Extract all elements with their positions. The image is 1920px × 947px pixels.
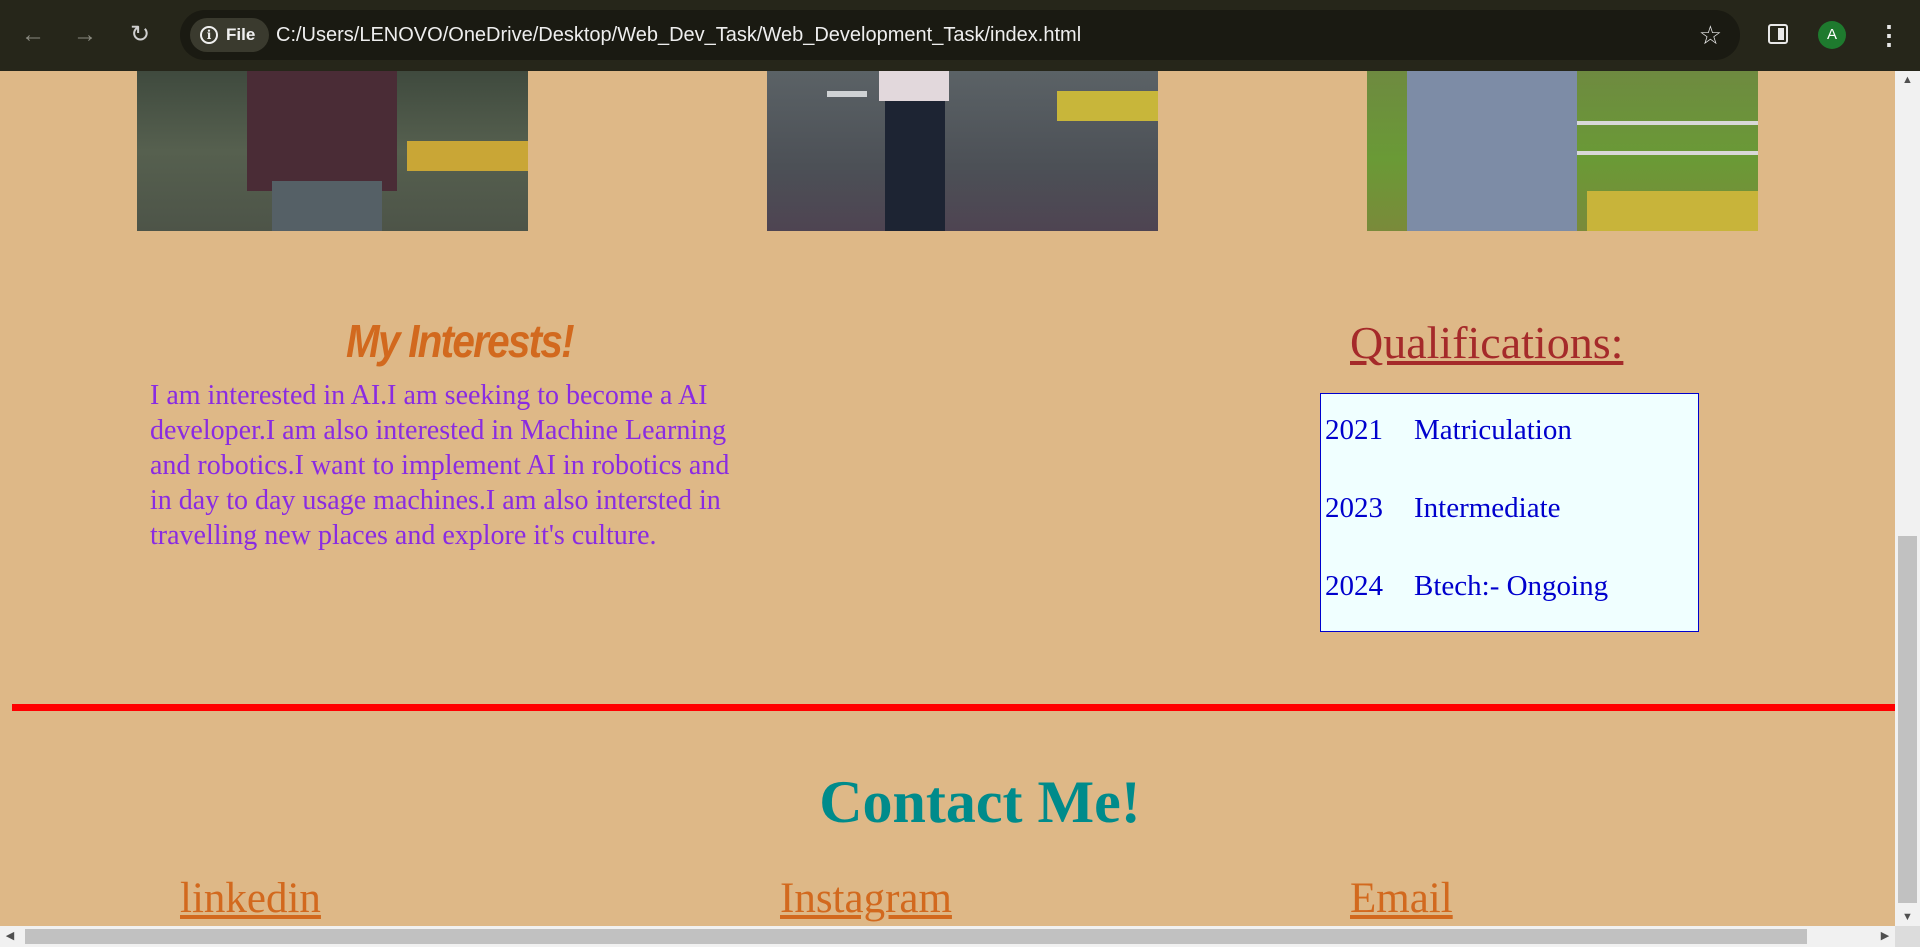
browser-toolbar: ← → ↻ i File C:/Users/LENOVO/OneDrive/De… (0, 0, 1920, 71)
photo-2-jeans (885, 101, 945, 231)
scroll-down-arrow-icon[interactable]: ▼ (1895, 908, 1920, 926)
qualification-year: 2021 (1325, 414, 1383, 446)
kebab-menu-icon[interactable]: ⋮ (1876, 18, 1902, 52)
side-panel-icon[interactable] (1768, 24, 1788, 44)
bookmark-star-icon[interactable]: ☆ (1699, 10, 1722, 60)
url-text[interactable]: C:/Users/LENOVO/OneDrive/Desktop/Web_Dev… (276, 10, 1081, 60)
photo-1-curb (407, 141, 528, 171)
email-link[interactable]: Email (1350, 874, 1453, 923)
scroll-up-arrow-icon[interactable]: ▲ (1895, 71, 1920, 89)
horizontal-scroll-thumb[interactable] (25, 929, 1807, 944)
forward-button[interactable]: → (70, 20, 100, 50)
photo-3 (1367, 71, 1758, 231)
photo-3-railing (1577, 121, 1758, 125)
vertical-scroll-thumb[interactable] (1898, 536, 1917, 903)
photo-1-shirt (247, 71, 397, 191)
scroll-left-arrow-icon[interactable]: ◀ (0, 926, 20, 947)
photo-2 (767, 71, 1158, 231)
linkedin-link[interactable]: linkedin (180, 874, 321, 923)
qualification-label: Btech:- Ongoing (1414, 570, 1609, 602)
back-button[interactable]: ← (18, 20, 48, 50)
address-bar[interactable]: i File C:/Users/LENOVO/OneDrive/Desktop/… (180, 10, 1740, 60)
photo-3-shirt (1407, 71, 1577, 231)
site-chip-label: File (226, 25, 256, 44)
scrollbar-corner (1895, 926, 1920, 947)
page-content: My Interests! I am interested in AI.I am… (0, 71, 1895, 926)
photo-3-railing-lower (1577, 151, 1758, 155)
photo-3-flowers (1587, 191, 1758, 231)
horizontal-scrollbar[interactable]: ◀ ▶ (0, 926, 1895, 947)
contact-heading: Contact Me! (819, 769, 1141, 835)
qualification-row: 2024 Btech:- Ongoing (1325, 570, 1608, 603)
qualification-label: Matriculation (1414, 414, 1572, 446)
interests-heading: My Interests! (346, 315, 575, 367)
interests-paragraph: I am interested in AI.I am seeking to be… (150, 380, 730, 551)
photo-2-shirt (879, 71, 949, 101)
qualification-year: 2024 (1325, 570, 1383, 602)
vertical-scrollbar[interactable]: ▲ ▼ (1895, 71, 1920, 926)
qualification-row: 2021 Matriculation (1325, 414, 1572, 447)
profile-avatar[interactable]: A (1818, 21, 1846, 49)
qualifications-heading: Qualifications: (1350, 317, 1624, 368)
reload-button[interactable]: ↻ (125, 20, 155, 50)
qualification-label: Intermediate (1414, 492, 1561, 524)
info-icon: i (200, 26, 218, 44)
photo-1 (137, 71, 528, 231)
photo-2-road-line (827, 91, 867, 97)
scroll-right-arrow-icon[interactable]: ▶ (1875, 926, 1895, 947)
qualification-row: 2023 Intermediate (1325, 492, 1561, 525)
photo-2-curb (1057, 91, 1158, 121)
photo-1-jeans (272, 181, 382, 231)
site-info-chip[interactable]: i File (190, 18, 270, 52)
qualifications-table: 2021 Matriculation 2023 Intermediate 2024 B… (1320, 393, 1699, 632)
instagram-link[interactable]: Instagram (780, 874, 952, 923)
qualification-year: 2023 (1325, 492, 1383, 524)
section-divider (12, 704, 1895, 711)
